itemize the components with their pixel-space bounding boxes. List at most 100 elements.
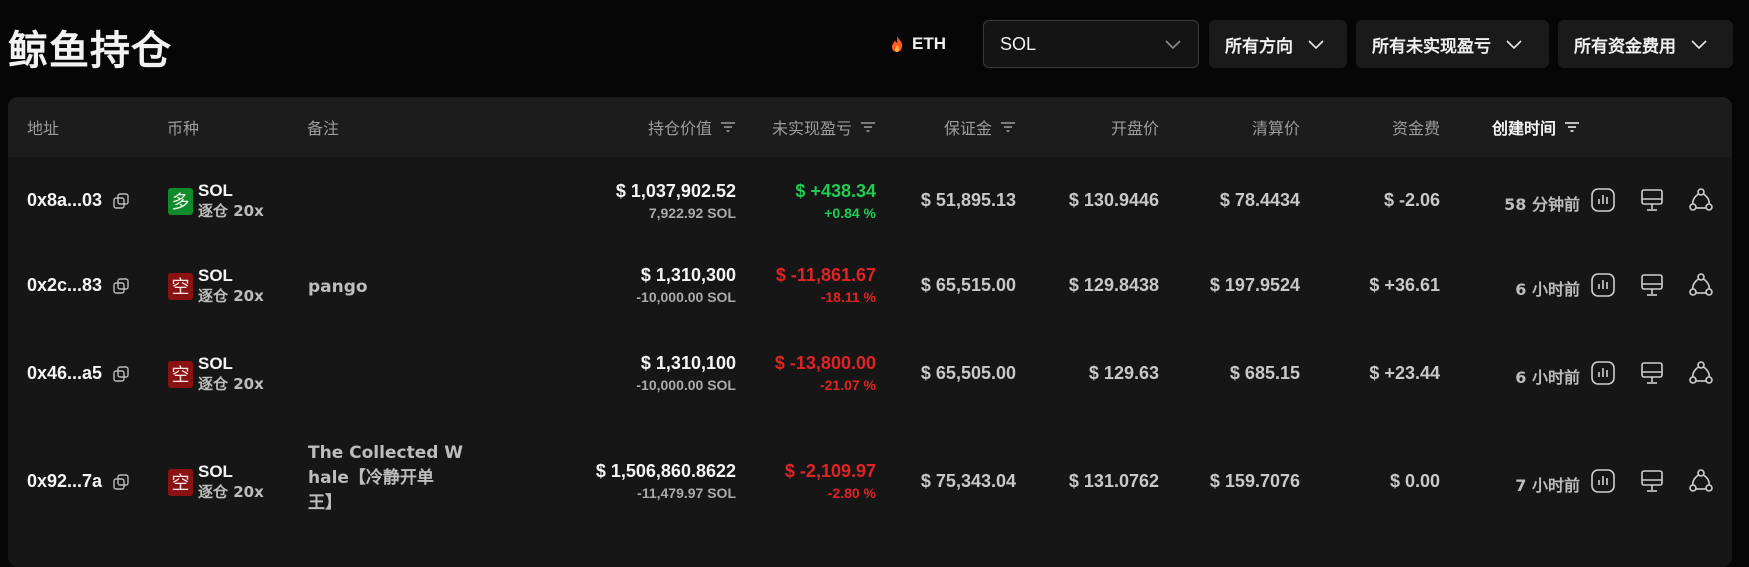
funding-value: $ +36.61 xyxy=(1369,275,1440,295)
created-time: 6 小时前 xyxy=(1515,280,1580,299)
position-size: -10,000.00 SOL xyxy=(636,377,736,393)
monitor-icon[interactable] xyxy=(1639,272,1665,298)
chart-icon[interactable] xyxy=(1590,272,1616,298)
sort-icon xyxy=(861,122,875,132)
created-time: 58 分钟前 xyxy=(1504,195,1580,214)
header-coin: 币种 xyxy=(167,119,200,138)
header-position-value[interactable]: 持仓价值 xyxy=(648,97,736,157)
coin-cell: 空 SOL 逐仓 20x xyxy=(168,354,264,394)
header-funding: 资金费 xyxy=(1391,119,1440,138)
sort-icon xyxy=(1565,122,1579,132)
header-margin-label: 保证金 xyxy=(943,119,992,138)
table-header: 地址 币种 备注 持仓价值 未实现盈亏 保证金 开盘价 清算价 资金费 创建时间 xyxy=(8,97,1732,157)
chart-icon[interactable] xyxy=(1590,360,1616,386)
copy-icon[interactable] xyxy=(112,473,130,491)
pnl-value: $ +438.34 xyxy=(795,181,876,201)
address-text: 0x92...7a xyxy=(27,471,103,491)
pnl-cell: $ -13,800.00 -21.07 % xyxy=(775,351,876,395)
copy-icon[interactable] xyxy=(112,277,130,295)
funding-value: $ -2.06 xyxy=(1383,190,1440,210)
chart-icon[interactable] xyxy=(1590,468,1616,494)
address-cell: 0x8a...03 xyxy=(27,190,130,211)
open-price-value: $ 129.8438 xyxy=(1068,275,1159,295)
funding-value: $ +23.44 xyxy=(1369,363,1440,383)
header-note: 备注 xyxy=(307,119,340,138)
pnl-cell: $ -11,861.67 -18.11 % xyxy=(776,263,876,307)
note-line: The Collected W xyxy=(308,443,464,463)
header-created[interactable]: 创建时间 xyxy=(1492,97,1580,157)
copy-icon[interactable] xyxy=(112,365,130,383)
open-price-value: $ 129.63 xyxy=(1088,363,1159,383)
liq-price-value: $ 685.15 xyxy=(1229,363,1300,383)
funding-value: $ 0.00 xyxy=(1389,471,1440,491)
sort-icon xyxy=(721,122,735,132)
funding-filter[interactable]: 所有资金费用 xyxy=(1558,20,1733,68)
position-value-cell: $ 1,310,100 -10,000.00 SOL xyxy=(636,351,736,395)
note-cell: pango xyxy=(308,275,368,300)
hot-symbol-label: ETH xyxy=(912,34,946,53)
address-cell: 0x92...7a xyxy=(27,471,130,492)
coin-cell: 空 SOL 逐仓 20x xyxy=(168,462,264,502)
address-text: 0x8a...03 xyxy=(27,190,103,210)
address-cell: 0x46...a5 xyxy=(27,363,130,384)
margin-mode: 逐仓 20x xyxy=(198,483,264,501)
table-row[interactable]: 0x2c...83 空 SOL 逐仓 20x pango $ 1,310,300… xyxy=(8,245,1732,333)
share-icon[interactable] xyxy=(1688,360,1714,386)
header-margin[interactable]: 保证金 xyxy=(944,97,1016,157)
margin-value: $ 65,515.00 xyxy=(920,275,1016,295)
monitor-icon[interactable] xyxy=(1639,360,1665,386)
pnl-filter[interactable]: 所有未实现盈亏 xyxy=(1356,20,1549,68)
chevron-down-icon xyxy=(1308,40,1324,50)
direction-filter[interactable]: 所有方向 xyxy=(1209,20,1347,68)
header-created-label: 创建时间 xyxy=(1491,119,1556,138)
monitor-icon[interactable] xyxy=(1639,468,1665,494)
margin-value: $ 75,343.04 xyxy=(920,471,1016,491)
note-cell: The Collected W hale【冷静开单 王】 xyxy=(308,441,463,516)
share-icon[interactable] xyxy=(1688,187,1714,213)
table-row[interactable]: 0x46...a5 空 SOL 逐仓 20x $ 1,310,100 -10,0… xyxy=(8,333,1732,421)
share-icon[interactable] xyxy=(1688,468,1714,494)
note-line: 王】 xyxy=(308,493,342,513)
pnl-cell: $ +438.34 +0.84 % xyxy=(795,179,876,223)
share-icon[interactable] xyxy=(1688,272,1714,298)
address-text: 0x46...a5 xyxy=(27,363,103,383)
pnl-filter-label: 所有未实现盈亏 xyxy=(1372,36,1491,57)
short-badge: 空 xyxy=(168,468,193,496)
long-badge: 多 xyxy=(168,187,193,215)
symbol-select[interactable]: SOL xyxy=(983,20,1199,68)
chevron-down-icon xyxy=(1165,40,1181,50)
short-badge: 空 xyxy=(168,272,193,300)
liq-price-value: $ 197.9524 xyxy=(1209,275,1300,295)
pnl-percent: -21.07 % xyxy=(819,377,876,393)
header-unrealized-pnl[interactable]: 未实现盈亏 xyxy=(772,97,876,157)
table-row[interactable]: 0x8a...03 多 SOL 逐仓 20x $ 1,037,902.52 7,… xyxy=(8,157,1732,245)
header-position-value-label: 持仓价值 xyxy=(647,119,712,138)
coin-symbol: SOL xyxy=(198,462,233,481)
coin-symbol: SOL xyxy=(198,181,233,200)
header-address: 地址 xyxy=(27,119,60,138)
chart-icon[interactable] xyxy=(1590,187,1616,213)
chevron-down-icon xyxy=(1506,40,1522,50)
margin-mode: 逐仓 20x xyxy=(198,375,264,393)
liq-price-value: $ 78.4434 xyxy=(1219,190,1300,210)
position-value: $ 1,310,100 xyxy=(640,353,736,373)
created-time: 7 小时前 xyxy=(1515,476,1580,495)
table-row[interactable]: 0x92...7a 空 SOL 逐仓 20x The Collected W h… xyxy=(8,421,1732,541)
pnl-value: $ -2,109.97 xyxy=(784,461,876,481)
position-value-cell: $ 1,506,860.8622 -11,479.97 SOL xyxy=(596,459,736,503)
monitor-icon[interactable] xyxy=(1639,187,1665,213)
position-value: $ 1,310,300 xyxy=(640,265,736,285)
position-size: -11,479.97 SOL xyxy=(637,485,736,501)
direction-filter-label: 所有方向 xyxy=(1225,36,1293,57)
copy-icon[interactable] xyxy=(112,192,130,210)
note-line: pango xyxy=(308,277,368,297)
funding-filter-label: 所有资金费用 xyxy=(1574,36,1676,57)
address-cell: 0x2c...83 xyxy=(27,275,130,296)
pnl-value: $ -11,861.67 xyxy=(775,265,876,285)
hot-symbol-eth[interactable]: ETH xyxy=(890,32,946,56)
positions-table: 地址 币种 备注 持仓价值 未实现盈亏 保证金 开盘价 清算价 资金费 创建时间… xyxy=(8,97,1732,567)
coin-cell: 多 SOL 逐仓 20x xyxy=(168,181,264,221)
liq-price-value: $ 159.7076 xyxy=(1209,471,1300,491)
pnl-percent: -18.11 % xyxy=(820,289,876,305)
pnl-value: $ -13,800.00 xyxy=(774,353,876,373)
